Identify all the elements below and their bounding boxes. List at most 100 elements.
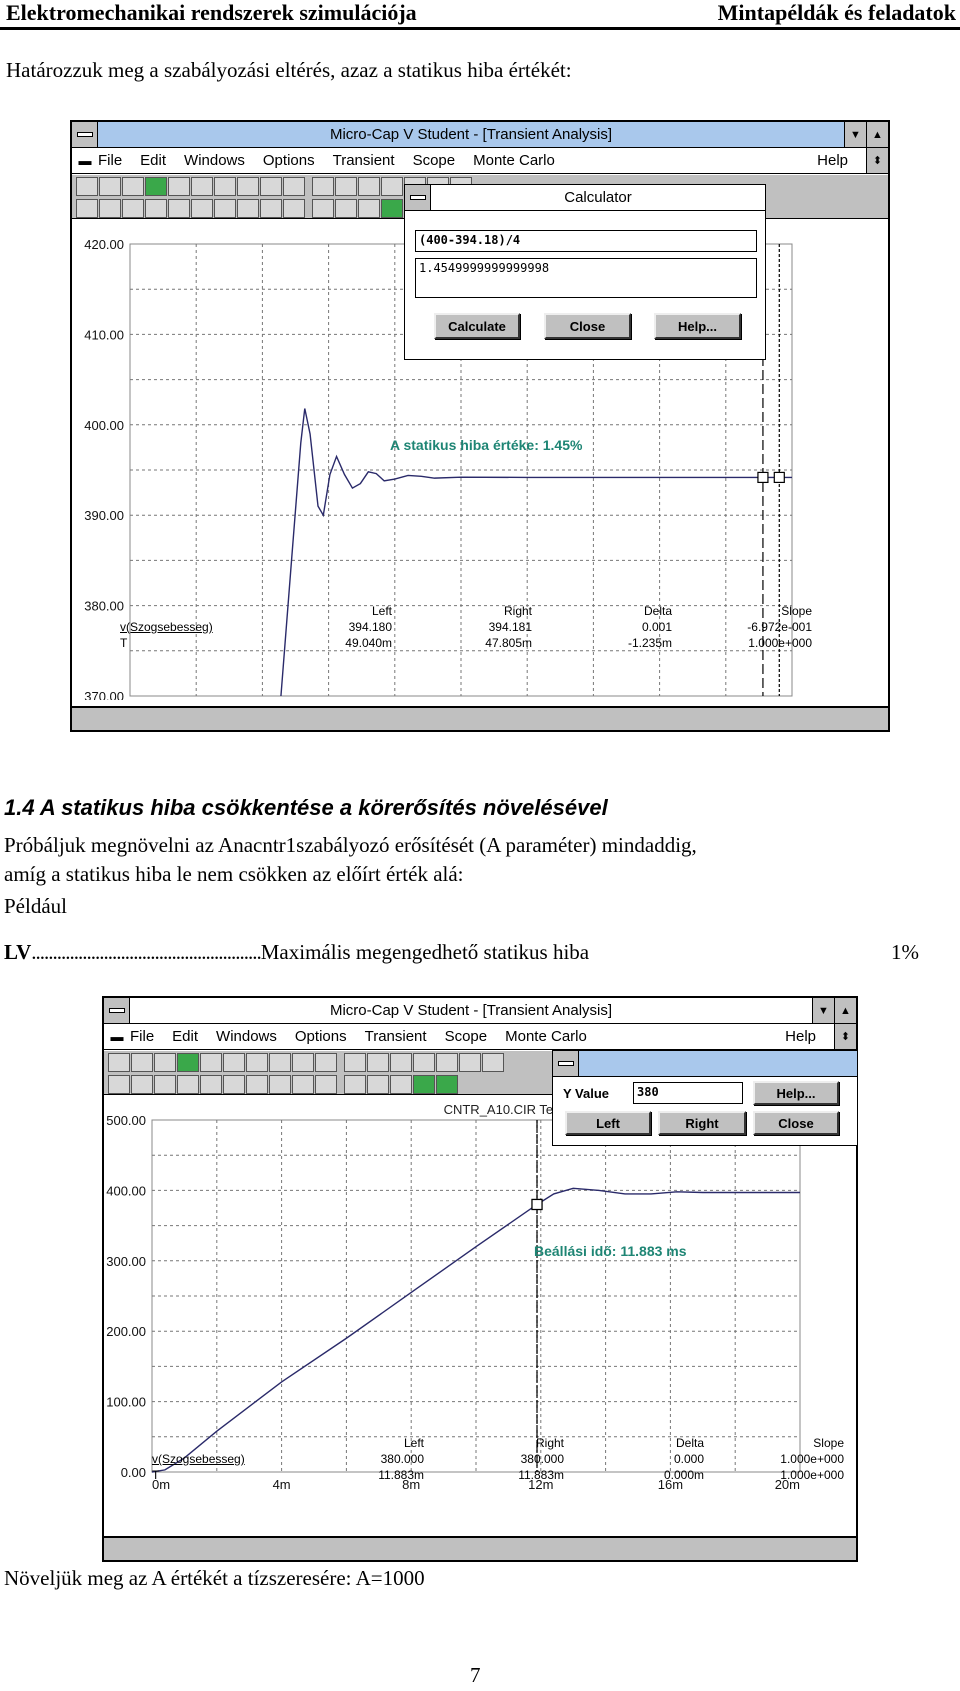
toolbar-bar-icon[interactable]: bar (436, 1053, 458, 1072)
system-menu-button[interactable] (104, 998, 130, 1023)
toolbar-tag-icon[interactable]: tag (154, 1075, 176, 1094)
help-button[interactable]: Help... (753, 1081, 839, 1105)
readout-trace-label[interactable]: v(Szogsebesseg) (120, 620, 213, 634)
toolbar-cross-icon[interactable]: cross (413, 1053, 435, 1072)
menu-scope[interactable]: Scope (445, 1028, 488, 1045)
menu-help[interactable]: Help (785, 1028, 816, 1045)
toolbar-frame-icon[interactable]: frame (292, 1075, 314, 1094)
toolbar-abs-icon[interactable]: ABS (237, 177, 259, 196)
document-system-menu[interactable]: ▬ (104, 1029, 130, 1044)
toolbar-plus-icon[interactable]: plus (214, 199, 236, 218)
menu-monte-carlo[interactable]: Monte Carlo (473, 152, 555, 169)
expression-input[interactable]: (400-394.18)/4 (415, 230, 757, 252)
toolbar-box-icon[interactable]: box (459, 1053, 481, 1072)
toolbar-line-icon[interactable]: line (344, 1075, 366, 1094)
toolbar-color-icon[interactable]: color (312, 177, 334, 196)
toolbar-cursor-icon[interactable]: cursor (246, 1053, 268, 1072)
menu-file[interactable]: File (98, 152, 122, 169)
toolbar-abs-icon[interactable]: ABS (269, 1053, 291, 1072)
toolbar-vbars-icon[interactable]: vbars (381, 199, 403, 218)
toolbar-cur-icon[interactable]: cur (223, 1075, 245, 1094)
menu-windows[interactable]: Windows (184, 152, 245, 169)
toolbar---icon[interactable]: ? (315, 1053, 337, 1072)
toolbar-f-icon[interactable]: F (367, 1053, 389, 1072)
toolbar-swap-icon[interactable]: swap (358, 177, 380, 196)
toolbar-plus-icon[interactable]: plus (246, 1075, 268, 1094)
toolbar-pts-icon[interactable]: pts (200, 1075, 222, 1094)
toolbar-nodes-icon[interactable]: nodes (131, 1053, 153, 1072)
toolbar-hbars-icon[interactable]: hbars (436, 1075, 458, 1094)
toolbar-label-icon[interactable]: label (99, 199, 121, 218)
toolbar-label-icon[interactable]: label (131, 1075, 153, 1094)
toolbar-peak-icon[interactable]: peak (177, 1053, 199, 1072)
restore-button[interactable]: ⬍ (866, 148, 888, 173)
toolbar---icon[interactable]: ? (283, 177, 305, 196)
toolbar-grid-icon[interactable]: grid (177, 1075, 199, 1094)
y-value-input[interactable]: 380 (633, 1082, 743, 1104)
toolbar-text-icon[interactable]: text (76, 199, 98, 218)
minimize-button[interactable]: ▼ (844, 122, 866, 147)
menu-help[interactable]: Help (817, 152, 848, 169)
dialog-system-menu[interactable] (553, 1051, 579, 1076)
menu-file[interactable]: File (130, 1028, 154, 1045)
document-system-menu[interactable]: ▬ (72, 153, 98, 168)
toolbar-wave-icon[interactable]: wave (154, 1053, 176, 1072)
menu-options[interactable]: Options (263, 152, 315, 169)
toolbar-pts-icon[interactable]: pts (168, 199, 190, 218)
minimize-button[interactable]: ▼ (812, 998, 834, 1023)
toolbar-color-icon[interactable]: color (344, 1053, 366, 1072)
restore-button[interactable]: ⬍ (834, 1024, 856, 1049)
menu-monte-carlo[interactable]: Monte Carlo (505, 1028, 587, 1045)
help-button[interactable]: Help... (654, 313, 741, 339)
result-field[interactable]: 1.4549999999999998 (415, 258, 757, 298)
left-button[interactable]: Left (565, 1111, 651, 1135)
readout-trace-label[interactable]: v(Szogsebesseg) (152, 1452, 245, 1466)
toolbar-print-icon[interactable]: print (200, 1053, 222, 1072)
toolbar-cursor-icon[interactable]: cursor (214, 177, 236, 196)
maximize-button[interactable]: ▲ (834, 998, 856, 1023)
toolbar-nodes-icon[interactable]: nodes (99, 177, 121, 196)
toolbar-diag-icon[interactable]: diag (358, 199, 380, 218)
menu-options[interactable]: Options (295, 1028, 347, 1045)
toolbar-cross-icon[interactable]: cross (381, 177, 403, 196)
menu-transient[interactable]: Transient (333, 152, 395, 169)
toolbar-cur-icon[interactable]: cur (191, 199, 213, 218)
toolbar-vbars-icon[interactable]: vbars (413, 1075, 435, 1094)
toolbar-frame2-icon[interactable]: frame2 (283, 199, 305, 218)
menu-scope[interactable]: Scope (413, 152, 456, 169)
toolbar-frame-icon[interactable]: frame (260, 199, 282, 218)
menu-transient[interactable]: Transient (365, 1028, 427, 1045)
toolbar-tag-icon[interactable]: tag (122, 199, 144, 218)
maximize-button[interactable]: ▲ (866, 122, 888, 147)
menu-edit[interactable]: Edit (140, 152, 166, 169)
toolbar-frame2-icon[interactable]: frame2 (315, 1075, 337, 1094)
system-menu-button[interactable] (72, 122, 98, 147)
toolbar-text-icon[interactable]: text (108, 1075, 130, 1094)
toolbar-print-icon[interactable]: print (168, 177, 190, 196)
toolbar-pointer-icon[interactable]: pointer (108, 1053, 130, 1072)
toolbar-swap-icon[interactable]: swap (390, 1053, 412, 1072)
toolbar-scale-icon[interactable]: scale (191, 177, 213, 196)
menu-edit[interactable]: Edit (172, 1028, 198, 1045)
toolbar-rel-icon[interactable]: REL (260, 177, 282, 196)
close-button[interactable]: Close (544, 313, 631, 339)
toolbar-dots-icon[interactable]: dots (237, 199, 259, 218)
toolbar-grid-icon[interactable]: grid (145, 199, 167, 218)
toolbar-f-icon[interactable]: F (335, 177, 357, 196)
toolbar-line-icon[interactable]: line (312, 199, 334, 218)
toolbar-dots-icon[interactable]: dots (269, 1075, 291, 1094)
toolbar-rect-icon[interactable]: rect (335, 199, 357, 218)
toolbar-wave-icon[interactable]: wave (122, 177, 144, 196)
dialog-system-menu[interactable] (405, 185, 431, 210)
toolbar-pen-icon[interactable]: pen (482, 1053, 504, 1072)
menu-windows[interactable]: Windows (216, 1028, 277, 1045)
calculate-button[interactable]: Calculate (434, 313, 520, 339)
toolbar-pointer-icon[interactable]: pointer (76, 177, 98, 196)
toolbar-peak-icon[interactable]: peak (145, 177, 167, 196)
right-button[interactable]: Right (658, 1111, 746, 1135)
toolbar-rect-icon[interactable]: rect (367, 1075, 389, 1094)
toolbar-diag-icon[interactable]: diag (390, 1075, 412, 1094)
toolbar-rel-icon[interactable]: REL (292, 1053, 314, 1072)
close-button[interactable]: Close (753, 1111, 839, 1135)
toolbar-scale-icon[interactable]: scale (223, 1053, 245, 1072)
